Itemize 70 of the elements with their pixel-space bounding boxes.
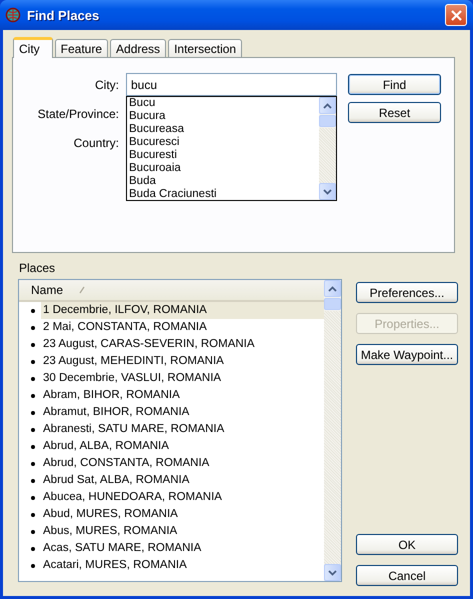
bullet-icon (31, 512, 35, 516)
side-button[interactable]: Preferences... (356, 282, 458, 303)
place-item[interactable]: Abucea, HUNEDOARA, ROMANIA (41, 489, 224, 506)
suggestion-item[interactable]: Bucu (129, 97, 319, 110)
column-header[interactable]: Name (19, 280, 324, 302)
field-label: Country: (74, 135, 119, 151)
suggestion-item[interactable]: Bucuresci (129, 136, 319, 149)
tab[interactable]: Intersection (168, 39, 242, 57)
suggestion-item[interactable]: Bucuresti (129, 149, 319, 162)
suggestion-item[interactable]: Bucuroaia (129, 162, 319, 175)
chevron-up-icon (323, 102, 332, 108)
place-item[interactable]: Abrud, ALBA, ROMANIA (41, 438, 171, 455)
dialog-button[interactable]: OK (356, 534, 458, 555)
scroll-down-button[interactable] (324, 564, 341, 581)
place-item[interactable]: 30 Decembrie, VASLUI, ROMANIA (41, 370, 224, 387)
chevron-down-icon (323, 188, 332, 194)
window-title: Find Places (27, 8, 100, 22)
bullet-icon (31, 496, 35, 500)
place-item[interactable]: 1 Decembrie, ILFOV, ROMANIA (41, 302, 324, 319)
tab[interactable]: City (13, 37, 53, 58)
suggestion-item[interactable]: Bucureasa (129, 123, 319, 136)
place-item[interactable]: Abrud, CONSTANTA, ROMANIA (41, 455, 212, 472)
place-item[interactable]: Acatari, MURES, ROMANIA (41, 557, 189, 574)
scrollbar-thumb[interactable] (319, 115, 336, 127)
bullet-icon (31, 546, 35, 550)
bullet-icon (31, 326, 35, 330)
bullet-icon (31, 308, 35, 312)
place-item[interactable]: Abrud Sat, ALBA, ROMANIA (41, 472, 192, 489)
bullet-icon (31, 360, 35, 364)
tab[interactable]: Address (110, 39, 166, 57)
bullet-icon (31, 410, 35, 414)
place-item[interactable]: Acas, SATU MARE, ROMANIA (41, 540, 204, 557)
bullet-icon (31, 462, 35, 466)
suggestion-item[interactable]: Buda (129, 175, 319, 188)
bullet-icon (31, 394, 35, 398)
bullet-icon (31, 564, 35, 568)
close-button[interactable] (445, 4, 467, 26)
place-item[interactable]: Abus, MURES, ROMANIA (41, 523, 180, 540)
form-button[interactable]: Reset (348, 102, 441, 123)
scroll-down-button[interactable] (319, 183, 336, 200)
bullet-icon (31, 342, 35, 346)
field-label: State/Province: (38, 106, 119, 122)
place-item[interactable]: Abud, MURES, ROMANIA (41, 506, 180, 523)
suggestion-item[interactable]: Buda Craciunesti (129, 188, 319, 200)
globe-icon (5, 7, 21, 23)
section-label: Places (18, 261, 56, 275)
dialog-button[interactable]: Cancel (356, 565, 458, 586)
side-button[interactable]: Make Waypoint... (356, 344, 458, 365)
scroll-up-button[interactable] (324, 280, 341, 297)
bullet-icon (31, 530, 35, 534)
form-button[interactable]: Find (348, 74, 441, 95)
tab[interactable]: Feature (54, 39, 108, 57)
close-icon (450, 10, 462, 20)
place-item[interactable]: 23 August, MEHEDINTI, ROMANIA (41, 353, 226, 370)
bullet-icon (31, 444, 35, 448)
place-item[interactable]: Abram, BIHOR, ROMANIA (41, 387, 182, 404)
bullet-icon (31, 478, 35, 482)
chevron-down-icon (328, 570, 337, 576)
bullet-icon (31, 428, 35, 432)
bullet-icon (31, 376, 35, 380)
field-label: City: (95, 77, 119, 93)
scrollbar-thumb[interactable] (324, 298, 341, 310)
suggestion-item[interactable]: Bucura (129, 110, 319, 123)
place-item[interactable]: Abranesti, SATU MARE, ROMANIA (41, 421, 226, 438)
city-field[interactable]: bucu (126, 73, 337, 96)
scroll-up-button[interactable] (319, 97, 336, 114)
place-item[interactable]: 2 Mai, CONSTANTA, ROMANIA (41, 319, 209, 336)
chevron-up-icon (328, 286, 337, 292)
place-item[interactable]: Abramut, BIHOR, ROMANIA (41, 404, 192, 421)
place-item[interactable]: 23 August, CARAS-SEVERIN, ROMANIA (41, 336, 257, 353)
